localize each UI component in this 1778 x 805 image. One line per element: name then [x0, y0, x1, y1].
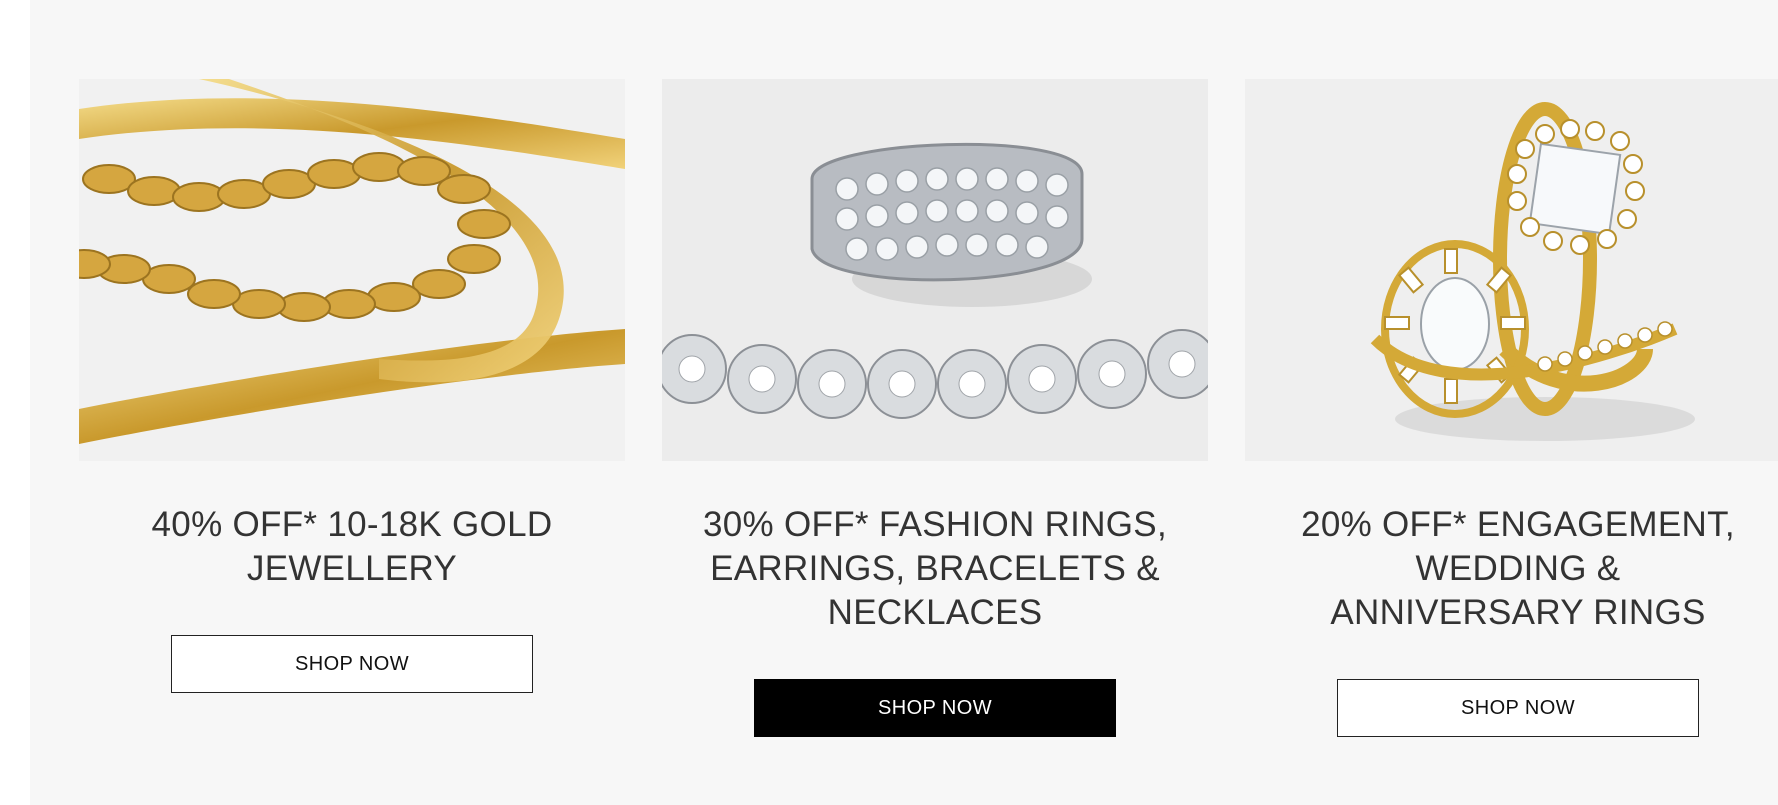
shop-now-button-engagement[interactable]: SHOP NOW [1337, 679, 1699, 737]
promo-card-gold: 40% OFF* 10-18K GOLD JEWELLERY SHOP NOW [79, 79, 625, 693]
promo-section: 40% OFF* 10-18K GOLD JEWELLERY SHOP NOW [30, 0, 1778, 805]
diamond-ring-bracelet-image[interactable] [662, 79, 1208, 461]
shop-now-button-gold[interactable]: SHOP NOW [171, 635, 533, 693]
promo-heading-engagement: 20% OFF* ENGAGEMENT, WEDDING & ANNIVERSA… [1301, 505, 1735, 632]
promo-card-fashion: 30% OFF* FASHION RINGS, EARRINGS, BRACEL… [662, 79, 1208, 737]
promo-heading-gold: 40% OFF* 10-18K GOLD JEWELLERY [151, 505, 553, 588]
engagement-rings-image[interactable] [1245, 79, 1778, 461]
gold-chains-illustration [79, 79, 625, 461]
promo-card-engagement: 20% OFF* ENGAGEMENT, WEDDING & ANNIVERSA… [1245, 79, 1778, 737]
diamond-jewellery-illustration [662, 79, 1208, 461]
gold-chains-image[interactable] [79, 79, 625, 461]
engagement-rings-illustration [1245, 79, 1778, 461]
shop-now-button-fashion[interactable]: SHOP NOW [754, 679, 1116, 737]
promo-heading-fashion: 30% OFF* FASHION RINGS, EARRINGS, BRACEL… [703, 505, 1167, 632]
